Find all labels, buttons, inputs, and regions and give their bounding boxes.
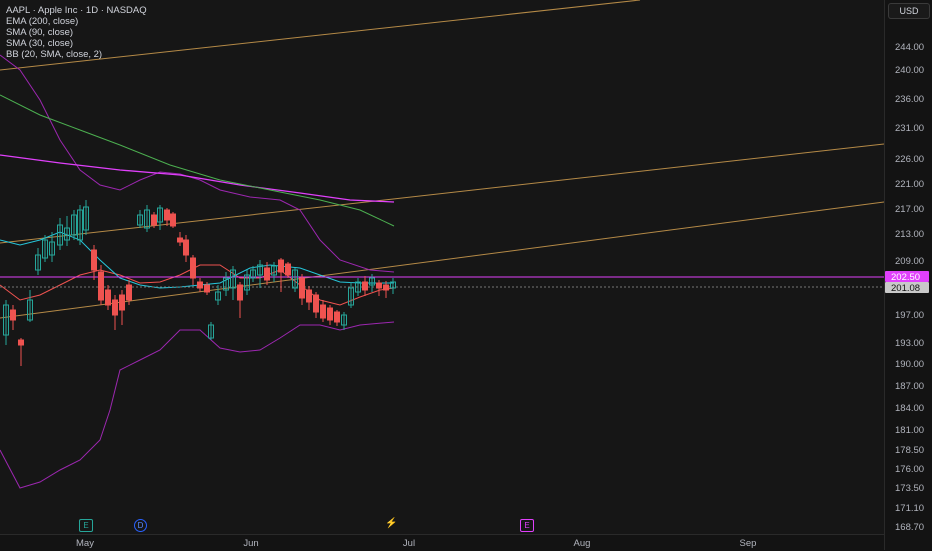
- candle-body: [237, 284, 243, 301]
- price-tick-label: 213.00: [895, 229, 924, 240]
- price-chart[interactable]: [0, 0, 884, 534]
- price-tick-label: 209.00: [895, 256, 924, 267]
- candle-body: [119, 294, 125, 311]
- price-tick-label: 190.00: [895, 359, 924, 370]
- price-tick-label: 176.00: [895, 464, 924, 475]
- indicator-legend: AAPL · Apple Inc · 1D · NASDAQ EMA (200,…: [6, 5, 147, 60]
- sma90-legend[interactable]: SMA (90, close): [6, 27, 147, 38]
- trend-line-low: [0, 201, 884, 319]
- chart-canvas[interactable]: AAPL · Apple Inc · 1D · NASDAQ EMA (200,…: [0, 0, 884, 534]
- bb-legend[interactable]: BB (20, SMA, close, 2): [6, 49, 147, 60]
- candle-body: [183, 239, 189, 256]
- candle-body: [362, 281, 368, 291]
- price-tick-label: 231.00: [895, 123, 924, 134]
- price-tick-label: 240.00: [895, 65, 924, 76]
- time-axis[interactable]: May Jun Jul Aug Sep: [0, 534, 884, 551]
- price-tick-label: 236.00: [895, 94, 924, 105]
- candle-body: [285, 263, 291, 276]
- candle-body: [383, 284, 389, 291]
- upcoming-earnings-marker[interactable]: E: [520, 519, 534, 532]
- time-label: Jun: [243, 538, 258, 549]
- time-label: Jul: [403, 538, 415, 549]
- price-tick-label: 173.50: [895, 483, 924, 494]
- bb-lower: [0, 321, 395, 489]
- candle-body: [105, 289, 111, 306]
- price-axis[interactable]: 244.00 240.00 236.00 231.00 226.00 221.00 217.…: [884, 0, 932, 550]
- dividend-marker[interactable]: D: [134, 519, 147, 532]
- candle-body: [306, 289, 312, 303]
- candle-body: [91, 249, 97, 271]
- candle-body: [299, 277, 305, 299]
- price-tick-label: 244.00: [895, 42, 924, 53]
- ema-legend[interactable]: EMA (200, close): [6, 16, 147, 27]
- candle-body: [376, 282, 382, 289]
- candle-body: [320, 304, 326, 319]
- price-tick-label: 197.00: [895, 310, 924, 321]
- time-label: Aug: [574, 538, 591, 549]
- sma30-line: [0, 154, 395, 203]
- candle-body: [278, 259, 284, 273]
- candle-body: [264, 267, 270, 281]
- price-tick-label: 178.50: [895, 445, 924, 456]
- trend-line-mid: [0, 143, 884, 244]
- price-tick-label: 171.10: [895, 503, 924, 514]
- candle-body: [10, 309, 16, 321]
- candle-body: [327, 307, 333, 321]
- candle-body: [334, 311, 340, 323]
- price-tick-label: 217.00: [895, 204, 924, 215]
- currency-button[interactable]: USD: [888, 3, 930, 19]
- earnings-marker[interactable]: E: [79, 519, 93, 532]
- candle-body: [190, 257, 196, 279]
- price-tick-label: 187.00: [895, 381, 924, 392]
- candle-body: [170, 213, 176, 227]
- price-tick-label: 168.70: [895, 522, 924, 533]
- time-label: May: [76, 538, 94, 549]
- candle-body: [313, 294, 319, 313]
- candle-body: [126, 284, 132, 301]
- candle-body: [197, 281, 203, 289]
- symbol-title[interactable]: AAPL · Apple Inc · 1D · NASDAQ: [6, 5, 147, 16]
- price-tick-label: 181.00: [895, 425, 924, 436]
- price-tick-label: 184.00: [895, 403, 924, 414]
- candle-body: [112, 299, 118, 316]
- candle-body: [151, 214, 157, 226]
- sma30-legend[interactable]: SMA (30, close): [6, 38, 147, 49]
- sma90-line: [0, 94, 395, 227]
- price-tick-label: 226.00: [895, 154, 924, 165]
- candle-body: [98, 271, 104, 301]
- time-label: Sep: [740, 538, 757, 549]
- ma-line-teal: [0, 231, 394, 289]
- price-tick-label: 193.00: [895, 338, 924, 349]
- crosshair-price-label: 201.08: [891, 283, 920, 294]
- candle-body: [204, 284, 210, 293]
- price-tick-label: 221.00: [895, 179, 924, 190]
- candle-body: [177, 237, 183, 243]
- candle-body: [164, 209, 170, 221]
- split-icon[interactable]: ⚡: [385, 518, 397, 529]
- last-price-label: 202.50: [891, 272, 920, 283]
- candle-body: [18, 339, 24, 346]
